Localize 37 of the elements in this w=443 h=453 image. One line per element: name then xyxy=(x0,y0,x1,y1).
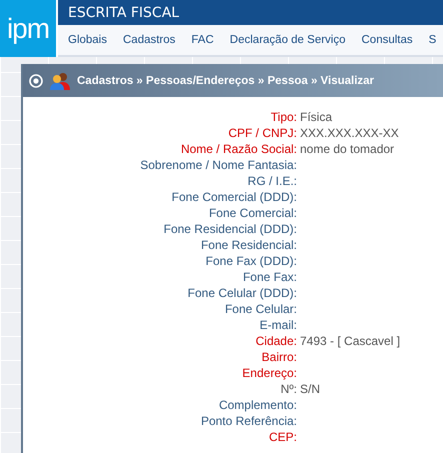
field-label: Nome / Razão Social: xyxy=(180,141,297,157)
field-label: Fone Comercial (DDD): xyxy=(170,189,297,205)
field-value: nome do tomador xyxy=(299,141,396,157)
menu-item[interactable]: FAC xyxy=(191,34,214,46)
field-label: Sobrenome / Nome Fantasia: xyxy=(139,157,297,173)
field-value: S/N xyxy=(299,381,322,397)
field-label: Fone Fax (DDD): xyxy=(204,253,297,269)
field-label: E-mail: xyxy=(258,317,297,333)
field-label: Endereço: xyxy=(241,365,297,381)
people-icon xyxy=(49,70,71,90)
menu-item[interactable]: Consultas xyxy=(362,34,413,46)
app-title: ESCRITA FISCAL xyxy=(58,0,443,25)
field-label: Complemento: xyxy=(218,397,297,413)
menu-item[interactable]: Declaração de Serviço xyxy=(230,34,346,46)
field-label: Bairro: xyxy=(260,349,297,365)
field-label: Fone Residencial: xyxy=(200,237,297,253)
field-label: Cidade: xyxy=(254,333,297,349)
field-label: CPF / CNPJ: xyxy=(227,125,297,141)
field-label: Fone Residencial (DDD): xyxy=(162,221,297,237)
menu-item[interactable]: Cadastros xyxy=(123,34,176,46)
breadcrumb: Cadastros » Pessoas/Endereços » Pessoa » Visualizar xyxy=(77,74,374,86)
field-label: Fone Fax: xyxy=(242,269,297,285)
field-label: Tipo: xyxy=(270,109,297,125)
field-value: 7493 - [ Cascavel ] xyxy=(299,333,402,349)
field-label: Nº: xyxy=(280,381,297,397)
field-label: CEP: xyxy=(268,429,297,445)
field-label: Fone Comercial: xyxy=(208,205,297,221)
target-icon[interactable] xyxy=(29,74,43,88)
menu-item[interactable]: Globais xyxy=(68,34,107,46)
field-value: Física xyxy=(299,109,334,125)
field-label: Fone Celular: xyxy=(224,301,297,317)
field-label: Ponto Referência: xyxy=(200,413,297,429)
logo: ipm xyxy=(0,0,56,57)
field-value: XXX.XXX.XXX-XX xyxy=(299,125,400,141)
field-label: RG / I.E.: xyxy=(246,173,297,189)
menu-item[interactable]: S xyxy=(428,34,436,46)
field-label: Fone Celular (DDD): xyxy=(186,285,297,301)
